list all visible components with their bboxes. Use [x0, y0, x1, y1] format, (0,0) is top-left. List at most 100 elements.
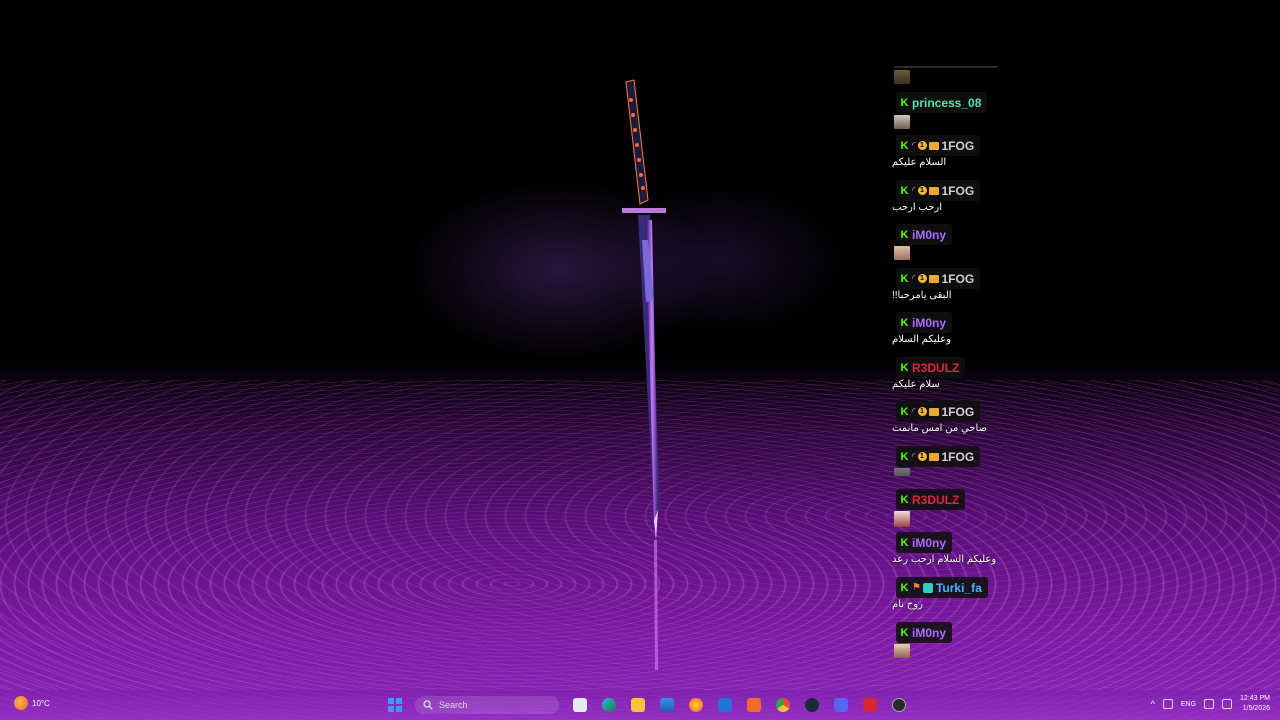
taskbar-app-red[interactable]	[855, 696, 884, 714]
chat-username: 1FOG	[941, 183, 975, 198]
box-badge-icon	[928, 141, 939, 150]
chat-name-pill: K ◜ 1 1FOG	[896, 180, 981, 201]
network-icon[interactable]	[1204, 699, 1215, 709]
taskbar-app-file[interactable]	[565, 696, 594, 714]
chat-emote	[894, 511, 910, 527]
chat-emote	[894, 644, 910, 658]
taskbar-app-obs[interactable]	[884, 696, 913, 714]
chat-name-pill: K ◜ 1 1FOG	[896, 135, 981, 156]
steam-icon	[804, 698, 819, 712]
chat-username: princess_08	[912, 95, 982, 110]
box-badge-icon	[928, 452, 939, 461]
chat-name-pill: K R3DULZ	[896, 489, 966, 510]
coin-badge-icon: 1	[917, 407, 927, 416]
tray-overflow-chevron-icon[interactable]: ^	[1151, 699, 1155, 709]
volume-icon[interactable]	[1222, 699, 1233, 709]
chat-username: iM0ny	[912, 535, 947, 550]
coin-badge-icon: 1	[917, 452, 927, 461]
chat-emote	[894, 115, 910, 129]
kick-badge-icon: K	[900, 450, 909, 463]
taskbar-app-explorer[interactable]	[623, 696, 652, 714]
chat-username: 1FOG	[941, 138, 975, 153]
chat-message-text: سلام عليكم	[892, 379, 940, 390]
taskbar-app-outlook[interactable]	[710, 696, 739, 714]
subscriber-badges: ◜ 1	[912, 451, 939, 462]
fire-badge-icon: ⚑	[912, 582, 921, 593]
chat-username: 1FOG	[941, 271, 975, 286]
folder-icon	[630, 698, 645, 712]
coin-badge-icon: 1	[917, 274, 927, 283]
taskbar-app-store[interactable]	[652, 696, 681, 714]
clock-date: 1/5/2026	[1242, 705, 1270, 712]
taskbar-app-edge[interactable]	[594, 696, 623, 714]
subscriber-badges: ⚑	[912, 582, 933, 593]
moon-badge-icon: ◜	[912, 185, 916, 195]
taskbar-apps: Search	[380, 696, 913, 714]
subscriber-badges: ◜ 1	[912, 406, 939, 417]
kick-badge-icon: K	[900, 228, 909, 241]
search-placeholder: Search	[439, 700, 468, 710]
language-indicator[interactable]: ENG	[1181, 701, 1196, 708]
weather-widget[interactable]: 10°C	[14, 696, 50, 710]
chat-username: iM0ny	[912, 227, 947, 242]
chat-username: iM0ny	[912, 625, 947, 640]
app-red-icon	[862, 698, 877, 712]
gift-badge-icon	[922, 582, 933, 593]
chat-username: 1FOG	[941, 404, 975, 419]
taskbar-app-office[interactable]	[739, 696, 768, 714]
desktop-wallpaper	[0, 0, 1280, 720]
weather-sun-icon	[14, 696, 28, 710]
coin-badge-icon: 1	[917, 141, 927, 150]
chat-name-pill: K iM0ny	[896, 312, 953, 333]
chrome-icon	[775, 698, 790, 712]
subscriber-badges: ◜ 1	[912, 140, 939, 151]
windows-logo-icon	[387, 698, 402, 712]
taskbar-app-steam[interactable]	[797, 696, 826, 714]
kick-badge-icon: K	[900, 316, 909, 329]
chat-username: R3DULZ	[912, 360, 960, 375]
taskbar-app-discord[interactable]	[826, 696, 855, 714]
chat-name-pill: K ◜ 1 1FOG	[896, 401, 981, 422]
chat-name-pill: K iM0ny	[896, 532, 953, 553]
kick-badge-icon: K	[900, 581, 909, 594]
clock[interactable]: 12:43 PM 1/5/2026	[1240, 694, 1270, 714]
subscriber-badges: ◜ 1	[912, 185, 939, 196]
search-icon	[423, 700, 433, 710]
chat-message-text: وعليكم السلام ارحب رعد	[892, 554, 997, 565]
clock-time: 12:43 PM	[1240, 695, 1270, 702]
taskbar-search[interactable]: Search	[415, 696, 559, 714]
kick-badge-icon: K	[900, 184, 909, 197]
weather-temp: 10°C	[32, 698, 50, 708]
chat-top-divider	[894, 66, 998, 68]
edge-icon	[601, 698, 616, 712]
chat-name-pill: K iM0ny	[896, 622, 953, 643]
chat-username: 1FOG	[941, 449, 975, 464]
taskbar-app-chrome[interactable]	[768, 696, 797, 714]
moon-badge-icon: ◜	[912, 451, 916, 461]
taskbar: 10°C Search ^ ENG 12:43 PM 1/5/2026	[0, 690, 1280, 720]
moon-badge-icon: ◜	[912, 406, 916, 416]
kick-badge-icon: K	[900, 96, 909, 109]
kick-badge-icon: K	[900, 536, 909, 549]
moon-badge-icon: ◜	[912, 140, 916, 150]
kick-badge-icon: K	[900, 493, 909, 506]
usb-icon[interactable]	[1162, 699, 1173, 709]
moon-badge-icon: ◜	[912, 273, 916, 283]
chat-message-text: صاحي من امس مانمت	[892, 423, 988, 434]
taskbar-app-firefox[interactable]	[681, 696, 710, 714]
chat-name-pill: K ◜ 1 1FOG	[896, 268, 981, 289]
chat-emote	[894, 246, 910, 260]
kick-badge-icon: K	[900, 272, 909, 285]
start-button[interactable]	[380, 696, 409, 714]
chat-message-text: السلام عليكم	[892, 157, 947, 168]
chat-name-pill: K iM0ny	[896, 224, 953, 245]
chat-name-pill: K princess_08	[896, 92, 988, 113]
discord-icon	[833, 698, 848, 712]
file-icon	[572, 698, 587, 712]
system-tray: ^ ENG 12:43 PM 1/5/2026	[1151, 694, 1270, 714]
office-icon	[746, 698, 761, 712]
outlook-icon	[717, 698, 732, 712]
box-badge-icon	[928, 274, 939, 283]
chat-username: R3DULZ	[912, 492, 960, 507]
chat-message-text: ارحب ارحب	[892, 202, 942, 213]
